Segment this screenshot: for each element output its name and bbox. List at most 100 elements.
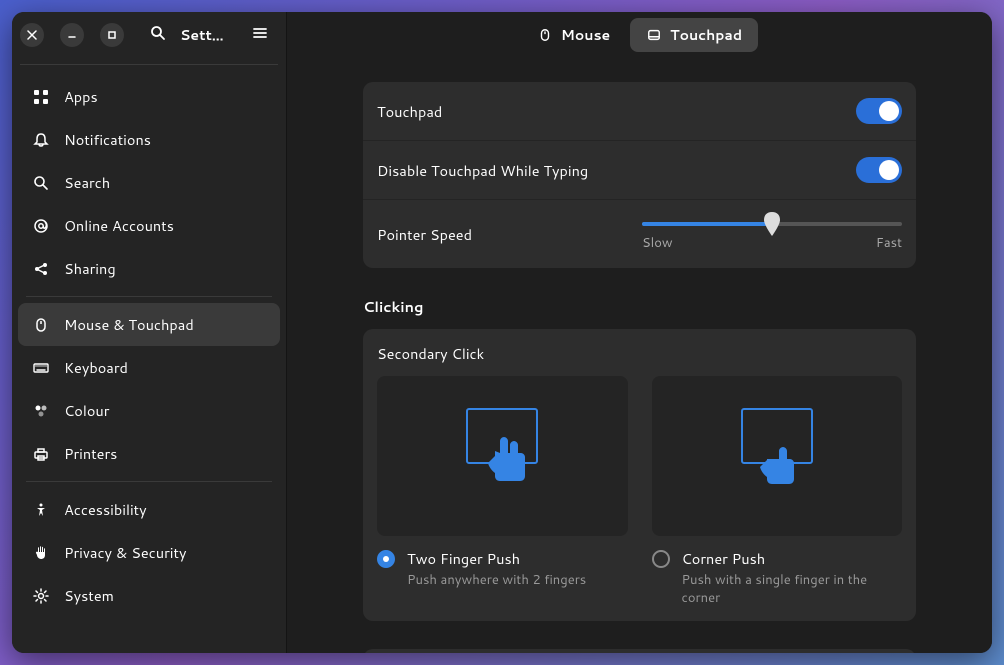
gear-icon [32,587,50,605]
menu-button[interactable] [248,23,272,47]
disable-while-typing-row: Disable Touchpad While Typing [363,141,916,200]
hand-icon [32,544,50,562]
pointer-speed-row: Pointer Speed Slow Fast [363,200,916,268]
touchpad-icon [646,27,662,43]
apps-icon [32,88,50,106]
at-icon [32,217,50,235]
palette-icon [32,402,50,420]
option-subtitle: Push with a single finger in the corner [682,571,903,607]
sidebar-item-keyboard[interactable]: Keyboard [18,346,280,389]
sidebar-item-label: Online Accounts [64,215,174,236]
secondary-click-options: Two Finger Push Push anywhere with 2 fin… [377,376,902,607]
switch-knob [879,101,899,121]
sidebar-item-sharing[interactable]: Sharing [18,247,280,290]
window-title: Sett… [180,25,244,45]
sidebar-item-label: Accessibility [64,499,147,520]
secondary-click-title: Secondary Click [377,343,902,364]
tab-touchpad[interactable]: Touchpad [630,18,758,52]
sidebar-item-label: Mouse & Touchpad [64,314,194,335]
search-button[interactable] [148,25,168,45]
option-subtitle: Push anywhere with 2 fingers [407,571,586,589]
keyboard-icon [32,359,50,377]
sidebar-item-label: Privacy & Security [64,542,186,563]
mouse-icon [32,316,50,334]
sidebar-item-mouse-touchpad[interactable]: Mouse & Touchpad [18,303,280,346]
minimize-button[interactable] [60,23,84,47]
option-two-finger[interactable]: Two Finger Push Push anywhere with 2 fin… [377,376,628,607]
main-content: Mouse Touchpad Touchpad [287,12,992,653]
tab-mouse[interactable]: Mouse [521,18,626,52]
sidebar-item-accessibility[interactable]: Accessibility [18,488,280,531]
clicking-group: Secondary Click [363,329,916,621]
two-finger-illustration [377,376,628,536]
slider-labels: Slow Fast [642,234,902,252]
sidebar-item-system[interactable]: System [18,574,280,617]
option-title: Corner Push [682,548,903,569]
mouse-icon [537,27,553,43]
option-corner[interactable]: Corner Push Push with a single finger in… [652,376,903,607]
pointer-speed-slider[interactable]: Slow Fast [642,216,902,252]
slider-track [642,222,902,226]
sidebar-item-label: Search [64,172,110,193]
radio-corner[interactable] [652,550,670,568]
maximize-button[interactable] [100,23,124,47]
sidebar-item-colour[interactable]: Colour [18,389,280,432]
main-header: Mouse Touchpad [287,12,992,58]
settings-window: Sett… Apps Notifications [12,12,992,653]
tab-label: Mouse [561,25,610,45]
slider-thumb[interactable] [762,212,782,236]
clicking-section-title: Clicking [363,296,916,317]
option-title: Two Finger Push [407,548,586,569]
sidebar-item-notifications[interactable]: Notifications [18,118,280,161]
setting-label: Touchpad [377,101,856,122]
hamburger-icon [252,24,268,47]
touchpad-enable-row: Touchpad [363,82,916,141]
slider-fill [642,222,772,226]
tap-to-click-row: Tap to Click [363,649,916,653]
sidebar-item-online-accounts[interactable]: Online Accounts [18,204,280,247]
switch-knob [879,160,899,180]
sidebar-item-label: Sharing [64,258,116,279]
option-radio-row: Two Finger Push Push anywhere with 2 fin… [377,548,628,589]
radio-two-finger[interactable] [377,550,395,568]
tap-to-click-group: Tap to Click [363,649,916,653]
secondary-click-subgroup: Secondary Click [363,329,916,621]
sidebar-item-label: System [64,585,114,606]
tab-switcher: Mouse Touchpad [521,18,758,52]
share-icon [32,260,50,278]
search-icon [150,24,166,47]
sidebar-item-label: Keyboard [64,357,128,378]
separator [26,481,272,482]
separator [20,64,278,65]
setting-label: Pointer Speed [377,224,642,245]
disable-while-typing-switch[interactable] [856,157,902,183]
sidebar-item-printers[interactable]: Printers [18,432,280,475]
sidebar-item-label: Apps [64,86,98,107]
sidebar: Sett… Apps Notifications [12,12,287,653]
separator [26,296,272,297]
sidebar-list: Apps Notifications Search Online Account… [12,71,286,653]
sidebar-item-privacy[interactable]: Privacy & Security [18,531,280,574]
settings-content: Touchpad Disable Touchpad While Typing P… [287,58,992,653]
maximize-icon [107,30,117,40]
option-text: Two Finger Push Push anywhere with 2 fin… [407,548,586,589]
slider-fast-label: Fast [876,234,902,252]
sidebar-item-apps[interactable]: Apps [18,75,280,118]
option-radio-row: Corner Push Push with a single finger in… [652,548,903,607]
touchpad-general-group: Touchpad Disable Touchpad While Typing P… [363,82,916,268]
tab-label: Touchpad [670,25,742,45]
setting-label: Disable Touchpad While Typing [377,160,856,181]
corner-illustration [652,376,903,536]
accessibility-icon [32,501,50,519]
option-text: Corner Push Push with a single finger in… [682,548,903,607]
sidebar-item-label: Colour [64,400,109,421]
close-button[interactable] [20,23,44,47]
minimize-icon [67,30,77,40]
sidebar-item-label: Printers [64,443,117,464]
bell-icon [32,131,50,149]
slider-slow-label: Slow [642,234,673,252]
close-icon [27,30,37,40]
sidebar-item-search[interactable]: Search [18,161,280,204]
titlebar: Sett… [12,12,286,58]
touchpad-switch[interactable] [856,98,902,124]
